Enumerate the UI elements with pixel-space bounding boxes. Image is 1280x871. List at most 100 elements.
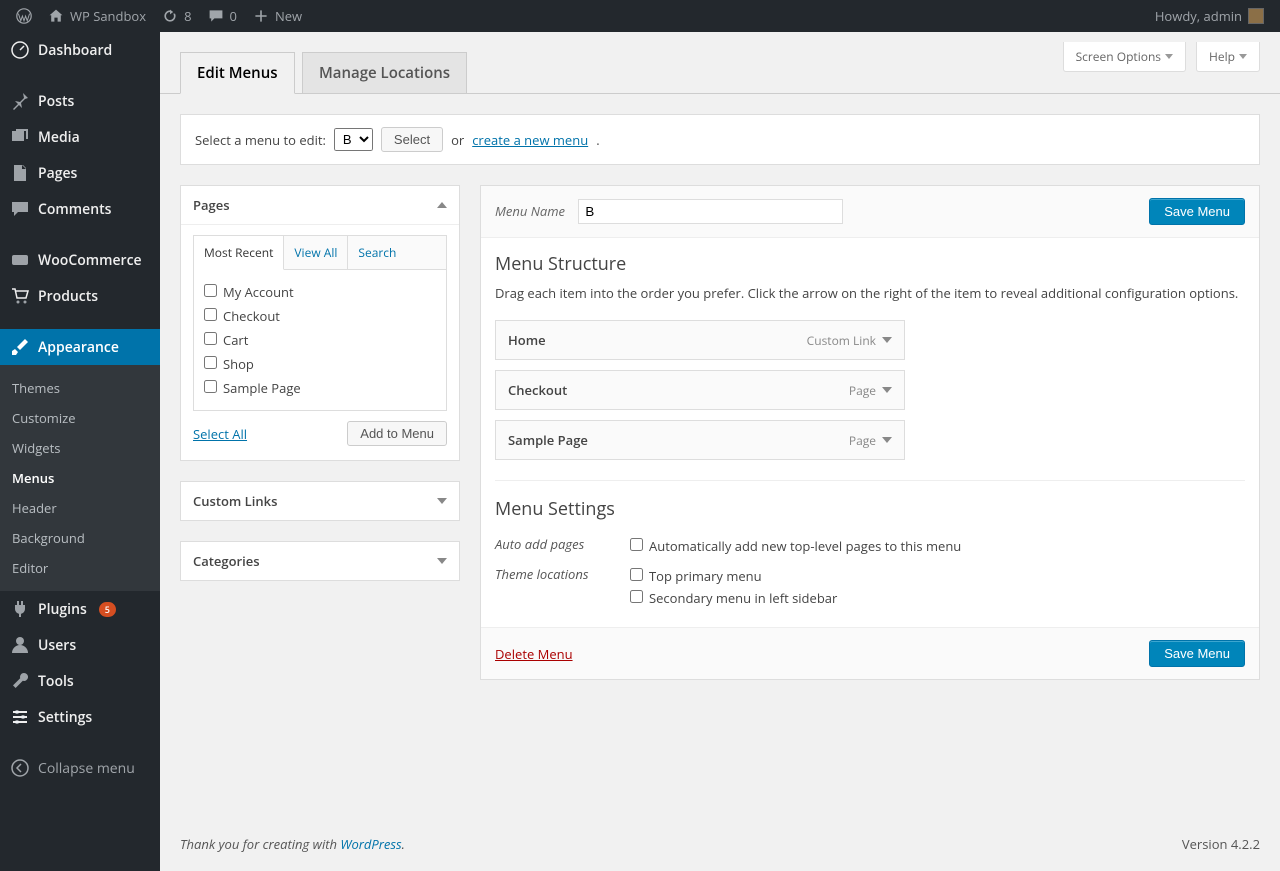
comment-icon [10,199,30,219]
sidebar-item-comments[interactable]: Comments [0,191,160,227]
submenu-themes[interactable]: Themes [0,373,160,403]
screen-options-button[interactable]: Screen Options [1063,42,1186,72]
chevron-down-icon [437,498,447,504]
pages-postbox: Pages Most Recent View All Search My Acc… [180,185,460,461]
collapse-menu[interactable]: Collapse menu [0,750,160,786]
loc2-checkbox[interactable] [630,590,643,603]
page-list-item[interactable]: Sample Page [204,376,436,400]
tab-view-all[interactable]: View All [284,236,348,269]
menu-item[interactable]: Sample Page Page [495,420,905,460]
avatar [1248,8,1264,24]
custom-links-header[interactable]: Custom Links [181,482,459,520]
submenu-editor[interactable]: Editor [0,553,160,583]
or-text: or [451,131,464,149]
categories-header[interactable]: Categories [181,542,459,580]
submenu-background[interactable]: Background [0,523,160,553]
sidebar-item-posts[interactable]: Posts [0,83,160,119]
page-list-item[interactable]: My Account [204,280,436,304]
home-icon [48,8,64,24]
wordpress-link[interactable]: WordPress [340,835,401,853]
comment-icon [208,8,224,24]
wp-logo[interactable] [8,0,40,32]
chevron-down-icon [1239,54,1247,59]
menu-item-title: Sample Page [508,431,588,449]
page-list-item[interactable]: Shop [204,352,436,376]
page-checkbox[interactable] [204,332,217,345]
page-checkbox[interactable] [204,308,217,321]
menu-item[interactable]: CheckoutPage [495,370,905,410]
menu-item-type: Custom Link [807,332,892,349]
pages-list: My AccountCheckoutCartShopSample Page [194,270,446,410]
chevron-down-icon [437,558,447,564]
menu-name-input[interactable] [578,199,843,224]
select-all-link[interactable]: Select All [193,425,247,443]
sidebar-item-media[interactable]: Media [0,119,160,155]
menu-structure-heading: Menu Structure [495,252,1245,276]
update-icon [162,8,178,24]
pages-postbox-header[interactable]: Pages [181,186,459,225]
page-list-item[interactable]: Checkout [204,304,436,328]
sliders-icon [10,707,30,727]
site-name-link[interactable]: WP Sandbox [40,0,154,32]
help-button[interactable]: Help [1196,42,1260,72]
tab-search[interactable]: Search [348,236,406,269]
auto-add-label: Auto add pages [495,535,630,557]
menu-select[interactable]: B [334,128,373,151]
save-menu-button-top[interactable]: Save Menu [1149,198,1245,225]
page-icon [10,163,30,183]
admin-sidebar: Dashboard Posts Media Pages Comments Woo… [0,32,160,871]
select-button[interactable]: Select [381,127,443,152]
loc1-checkbox[interactable] [630,568,643,581]
submenu-header[interactable]: Header [0,493,160,523]
new-link[interactable]: New [245,0,310,32]
menu-item-title: Home [508,331,546,349]
submenu-customize[interactable]: Customize [0,403,160,433]
appearance-submenu: Themes Customize Widgets Menus Header Ba… [0,365,160,591]
submenu-widgets[interactable]: Widgets [0,433,160,463]
page-checkbox[interactable] [204,356,217,369]
tab-manage-locations[interactable]: Manage Locations [302,52,467,93]
menu-settings-heading: Menu Settings [495,497,1245,521]
page-list-item[interactable]: Cart [204,328,436,352]
custom-links-postbox: Custom Links [180,481,460,521]
page-checkbox[interactable] [204,284,217,297]
sidebar-item-appearance[interactable]: Appearance [0,329,160,365]
create-menu-link[interactable]: create a new menu [472,131,588,149]
menu-edit-panel: Menu Name Save Menu Menu Structure Drag … [480,185,1260,680]
updates-link[interactable]: 8 [154,0,199,32]
sidebar-item-pages[interactable]: Pages [0,155,160,191]
sidebar-item-settings[interactable]: Settings [0,699,160,735]
sidebar-item-plugins[interactable]: Plugins5 [0,591,160,627]
tab-most-recent[interactable]: Most Recent [194,236,284,270]
auto-add-checkbox[interactable] [630,538,643,551]
plug-icon [10,599,30,619]
menu-item[interactable]: Home Custom Link [495,320,905,360]
menu-item-type: Page [849,432,892,449]
submenu-menus[interactable]: Menus [0,463,160,493]
location-top-primary[interactable]: Top primary menu [630,565,837,587]
location-secondary-sidebar[interactable]: Secondary menu in left sidebar [630,587,837,609]
sidebar-item-dashboard[interactable]: Dashboard [0,32,160,68]
chevron-down-icon [882,437,892,443]
auto-add-option[interactable]: Automatically add new top-level pages to… [630,535,961,557]
sidebar-item-woocommerce[interactable]: WooCommerce [0,242,160,278]
version-text: Version 4.2.2 [1182,835,1260,853]
menu-items-list: Home Custom Link CheckoutPage Sample Page… [495,320,1245,460]
categories-postbox: Categories [180,541,460,581]
sidebar-item-tools[interactable]: Tools [0,663,160,699]
account-link[interactable]: Howdy, admin [1147,0,1272,32]
wrench-icon [10,671,30,691]
theme-locations-label: Theme locations [495,565,630,609]
menu-item-type: Page [849,382,892,399]
page-checkbox[interactable] [204,380,217,393]
delete-menu-link[interactable]: Delete Menu [495,645,573,663]
save-menu-button-bottom[interactable]: Save Menu [1149,640,1245,667]
woo-icon [10,250,30,270]
wp-footer: Thank you for creating with WordPress. V… [160,817,1280,871]
sidebar-item-products[interactable]: Products [0,278,160,314]
tab-edit-menus[interactable]: Edit Menus [180,52,295,94]
add-to-menu-button[interactable]: Add to Menu [347,421,447,446]
cart-icon [10,286,30,306]
sidebar-item-users[interactable]: Users [0,627,160,663]
comments-link[interactable]: 0 [200,0,245,32]
